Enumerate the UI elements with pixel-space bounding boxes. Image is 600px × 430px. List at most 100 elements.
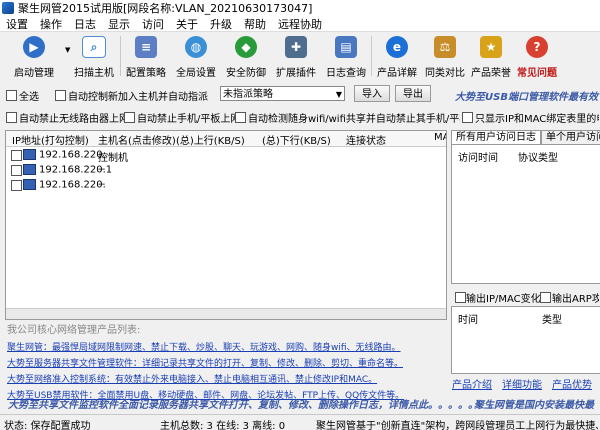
select-all-label: 全选 [19, 92, 39, 103]
output-arp-label: 输出ARP攻击 [552, 294, 599, 305]
promo-banner: 大势至共享文件监控软件全面记录服务器共享文件打开、复制、修改、删除操作日志，详情… [0, 394, 600, 411]
show-ip-mac-checkbox[interactable] [462, 112, 473, 123]
scan-hosts-button[interactable]: ⌕ 扫描主机 [68, 33, 120, 79]
banner-right-text[interactable]: 聚生网管是国内安装最快最 [474, 396, 594, 411]
block-mobile-checkbox[interactable] [124, 112, 135, 123]
menu-settings[interactable]: 设置 [0, 16, 34, 32]
row-hostname[interactable]: 控制机 [98, 149, 128, 164]
puzzle-icon: ✚ [285, 36, 307, 58]
computer-icon [23, 149, 36, 160]
product-link[interactable]: 聚生网管：最强悍局域网限制网速、禁止下载、炒股、聊天、玩游戏、网购、随身wifi… [7, 340, 401, 353]
menu-remote-assist[interactable]: 远程协助 [272, 16, 328, 32]
banner-left-text[interactable]: 大势至共享文件监控软件全面记录服务器共享文件打开、复制、修改、删除操作日志，详情… [8, 396, 498, 411]
footer-text: 聚生网管基于"创新直连"架构，跨网段管理员工上网行为最快捷、最简单 [316, 421, 598, 430]
access-log-list: 访问时间 协议类型 [451, 144, 600, 284]
auto-assign-label: 自动控制新加入主机并自动指派 [68, 92, 208, 103]
ie-icon: e [386, 36, 408, 58]
comparison-button[interactable]: ⚖ 同类对比 [422, 33, 468, 79]
status-bar: 状态: 保存配置成功 主机总数: 3 在线: 3 离线: 0 聚生网管基于"创新… [0, 414, 600, 430]
trophy-icon: ★ [480, 36, 502, 58]
menu-operation[interactable]: 操作 [34, 16, 68, 32]
table-row[interactable]: 192.168.220. -- [6, 178, 446, 192]
config-policy-button[interactable]: ≡ 配置策略 [121, 33, 171, 79]
arp-log-list: 时间 类型 [451, 306, 600, 374]
col-access-time[interactable]: 访问时间 [458, 149, 498, 164]
col-time[interactable]: 时间 [458, 311, 478, 326]
log-icon: ▤ [335, 36, 357, 58]
product-list: 我公司核心网络管理产品列表: 聚生网管：最强悍局域网限制网速、禁止下载、炒股、聊… [5, 321, 445, 401]
menu-upgrade[interactable]: 升级 [204, 16, 238, 32]
extension-plugin-button[interactable]: ✚ 扩展插件 [271, 33, 321, 79]
col-hostname[interactable]: 主机名(点击修改) [98, 132, 176, 147]
row-checkbox[interactable] [11, 150, 22, 161]
main-window: 聚生网管2015试用版[网段名称:VLAN_20210630173047] 设置… [0, 0, 600, 430]
col-download[interactable]: (总)下行(KB/S) [262, 132, 331, 147]
product-advantages-link[interactable]: 产品优势 [552, 376, 592, 391]
play-icon: ▶ [23, 36, 45, 58]
product-links: 产品介绍 详细功能 产品优势 [452, 376, 600, 391]
menu-help[interactable]: 帮助 [238, 16, 272, 32]
col-protocol-type[interactable]: 协议类型 [518, 149, 558, 164]
block-router-checkbox[interactable] [6, 112, 17, 123]
detect-wifi-checkbox[interactable] [235, 112, 246, 123]
tab-all-users-log[interactable]: 所有用户访问日志 [451, 130, 541, 144]
detailed-features-link[interactable]: 详细功能 [502, 376, 542, 391]
menu-access[interactable]: 访问 [136, 16, 170, 32]
menu-log[interactable]: 日志 [68, 16, 102, 32]
compare-icon: ⚖ [434, 36, 456, 58]
product-link[interactable]: 大势至网络准入控制系统：有效禁止外来电脑接入、禁止电脑相互通讯、禁止修改IP和M… [7, 372, 377, 385]
tab-single-user-log[interactable]: 单个用户访问日 [541, 130, 600, 144]
question-icon: ? [526, 36, 548, 58]
select-all-checkbox[interactable] [6, 90, 17, 101]
row-hostname[interactable]: -- [98, 164, 105, 175]
product-link[interactable]: 大势至服务器共享文件管理软件：详细记录共享文件的打开、复制、修改、删除、剪切、重… [7, 356, 403, 369]
faq-button[interactable]: ? 常见问题 [514, 33, 560, 79]
output-ip-mac-checkbox[interactable] [455, 292, 466, 303]
menu-bar: 设置 操作 日志 显示 访问 关于 升级 帮助 远程协助 [0, 16, 600, 32]
col-ip[interactable]: IP地址(打勾控制) [12, 132, 89, 147]
import-button[interactable]: 导入 [354, 85, 390, 102]
product-honors-button[interactable]: ★ 产品荣誉 [468, 33, 514, 79]
usb-promo-text[interactable]: 大势至USB端口管理软件最有效 [455, 88, 598, 103]
row-hostname[interactable]: -- [98, 179, 105, 190]
export-button[interactable]: 导出 [395, 85, 431, 102]
computer-icon [23, 164, 36, 175]
policy-select[interactable]: 未指派策略 ▼ [220, 86, 345, 101]
block-router-label: 自动禁止无线路由器上网 [19, 114, 129, 125]
product-intro-link[interactable]: 产品介绍 [452, 376, 492, 391]
log-tabs: 所有用户访问日志 单个用户访问日 [451, 130, 600, 144]
output-ip-mac-label: 输出IP/MAC变化 [466, 294, 541, 305]
product-details-button[interactable]: e 产品详解 [372, 33, 422, 79]
security-defense-button[interactable]: ◆ 安全防御 [221, 33, 271, 79]
table-row[interactable]: 192.168.220. 控制机 [6, 148, 446, 164]
toolbar: ▶ 启动管理 ▼ ⌕ 扫描主机 ≡ 配置策略 ◍ 全局设置 ◆ 安全防御 ✚ 扩… [0, 33, 600, 81]
globe-icon: ◍ [185, 36, 207, 58]
auto-assign-checkbox[interactable] [55, 90, 66, 101]
col-upload[interactable]: (总)上行(KB/S) [176, 132, 245, 147]
global-settings-button[interactable]: ◍ 全局设置 [171, 33, 221, 79]
title-bar: 聚生网管2015试用版[网段名称:VLAN_20210630173047] [0, 0, 600, 16]
app-icon [2, 2, 14, 14]
row-checkbox[interactable] [11, 180, 22, 191]
host-table-header: IP地址(打勾控制) 主机名(点击修改) (总)上行(KB/S) (总)下行(K… [6, 131, 446, 147]
menu-display[interactable]: 显示 [102, 16, 136, 32]
horizontal-scrollbar[interactable] [6, 308, 446, 319]
start-management-button[interactable]: ▶ 启动管理 ▼ [0, 33, 70, 79]
col-mac[interactable]: MA [434, 132, 446, 143]
row-checkbox[interactable] [11, 165, 22, 176]
window-title: 聚生网管2015试用版[网段名称:VLAN_20210630173047] [18, 2, 313, 15]
product-list-title: 我公司核心网络管理产品列表: [7, 325, 141, 336]
output-arp-checkbox[interactable] [540, 292, 551, 303]
menu-about[interactable]: 关于 [170, 16, 204, 32]
col-type[interactable]: 类型 [542, 311, 562, 326]
host-table: IP地址(打勾控制) 主机名(点击修改) (总)上行(KB/S) (总)下行(K… [5, 130, 447, 320]
show-ip-mac-label: 只显示IP和MAC绑定表里的电脑 [475, 114, 599, 125]
status-text: 状态: 保存配置成功 [4, 421, 91, 430]
col-connection-status[interactable]: 连接状态 [346, 132, 386, 147]
config-icon: ≡ [135, 36, 157, 58]
detect-wifi-label: 自动检测随身wifi/wifi共享并自动禁止其手机/平板上网 [248, 114, 460, 125]
table-row[interactable]: 192.168.220.1 -- [6, 163, 446, 177]
computer-icon [23, 179, 36, 190]
block-mobile-label: 自动禁止手机/平板上网 [137, 114, 241, 125]
log-query-button[interactable]: ▤ 日志查询 [321, 33, 371, 79]
